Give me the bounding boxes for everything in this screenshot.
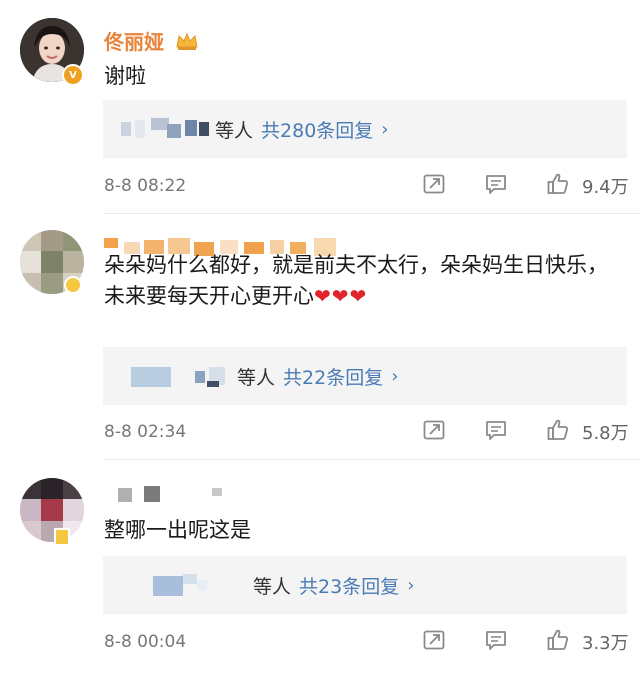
- comment-text: 朵朵妈什么都好，就是前夫不太行，朵朵妈生日快乐，未来要每天开心更开心❤❤❤: [104, 250, 624, 312]
- reply-summary[interactable]: 等人 共280条回复 ›: [103, 100, 627, 158]
- chevron-right-icon: ›: [391, 365, 399, 387]
- verified-badge-icon: [54, 528, 70, 546]
- comment-actions: 3.3万: [420, 628, 630, 654]
- comment-icon[interactable]: [484, 628, 508, 652]
- username[interactable]: [104, 486, 224, 508]
- like-icon[interactable]: [546, 172, 570, 196]
- divider: [104, 459, 640, 460]
- reply-count-link[interactable]: 共22条回复: [283, 363, 383, 390]
- reply-count-link[interactable]: 共23条回复: [299, 572, 399, 599]
- verified-badge-icon: V: [62, 64, 84, 86]
- comment-time: 8-8 02:34: [104, 422, 187, 442]
- comment-time: 8-8 08:22: [104, 176, 187, 196]
- divider: [104, 213, 640, 214]
- comment-text: 谢啦: [104, 64, 146, 88]
- comment-text: 整哪一出呢这是: [104, 518, 251, 542]
- like-count: 9.4万: [582, 177, 629, 198]
- username-text: 佟丽娅: [104, 30, 164, 54]
- comment-icon[interactable]: [484, 172, 508, 196]
- share-icon[interactable]: [422, 418, 446, 442]
- like-count: 5.8万: [582, 423, 629, 444]
- like-icon[interactable]: [546, 628, 570, 652]
- reply-count-link[interactable]: 共280条回复: [261, 116, 373, 143]
- blurred-usernames: [131, 363, 233, 389]
- share-icon[interactable]: [422, 172, 446, 196]
- avatar[interactable]: [20, 478, 84, 542]
- comment-time: 8-8 00:04: [104, 632, 187, 652]
- crown-icon: [176, 32, 198, 50]
- comment-icon[interactable]: [484, 418, 508, 442]
- comment-actions: 9.4万: [420, 172, 630, 198]
- reply-summary[interactable]: 等人 共23条回复 ›: [103, 556, 627, 614]
- reply-users-suffix: 等人: [237, 366, 276, 389]
- like-count: 3.3万: [582, 633, 629, 654]
- comment-actions: 5.8万: [420, 418, 630, 444]
- username[interactable]: 佟丽娅: [104, 26, 199, 55]
- chevron-right-icon: ›: [381, 118, 389, 140]
- avatar-mosaic: [20, 478, 84, 542]
- reply-summary[interactable]: 等人 共22条回复 ›: [103, 347, 627, 405]
- blurred-username: [104, 486, 224, 508]
- chevron-right-icon: ›: [407, 574, 415, 596]
- like-icon[interactable]: [546, 418, 570, 442]
- blurred-usernames: [153, 572, 249, 598]
- blurred-usernames: [121, 116, 211, 142]
- reply-users-suffix: 等人: [215, 119, 254, 142]
- share-icon[interactable]: [422, 628, 446, 652]
- verified-badge-icon: [64, 276, 82, 294]
- heart-emoji-icon: ❤❤❤: [314, 284, 368, 308]
- reply-users-suffix: 等人: [253, 575, 292, 598]
